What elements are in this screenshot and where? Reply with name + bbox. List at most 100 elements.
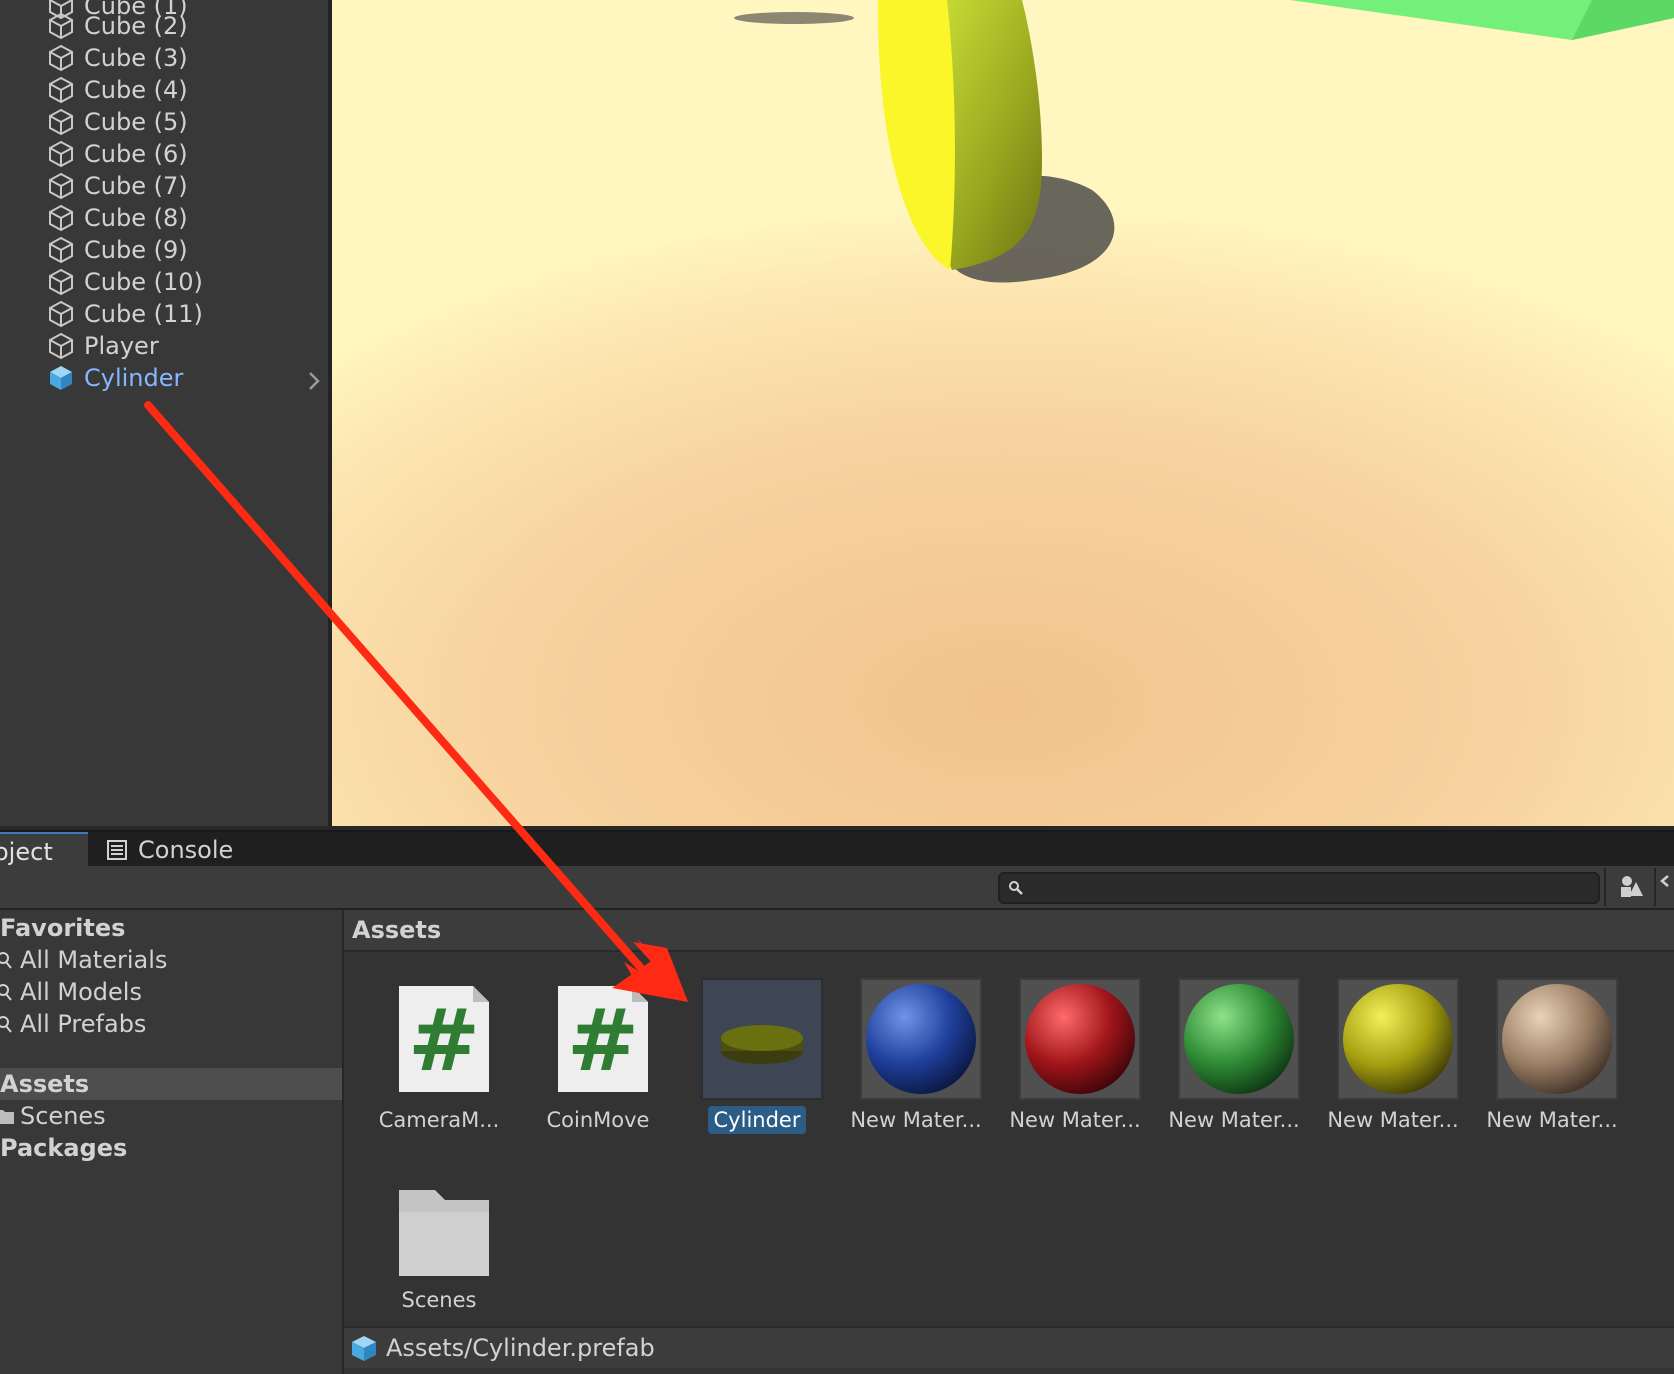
asset-label: CameraM... <box>378 1108 500 1132</box>
asset-label: New Mater... <box>1327 1108 1459 1132</box>
hierarchy-item[interactable]: Cube (10) <box>48 266 203 298</box>
hierarchy-item-label: Cylinder <box>84 364 184 392</box>
cylinder-preview-icon <box>721 1025 803 1064</box>
search-icon <box>0 1016 12 1033</box>
folder-icon <box>0 1110 14 1124</box>
svg-text:#: # <box>408 991 480 1091</box>
favorite-label: All Models <box>20 978 142 1006</box>
svg-text:#: # <box>567 991 639 1091</box>
sphere-icon <box>1343 984 1453 1094</box>
breadcrumb-assets[interactable]: Assets <box>352 916 441 944</box>
tree-item-packages[interactable]: Packages <box>0 1132 127 1164</box>
cube-icon <box>49 204 73 232</box>
project-status-bar: Assets/Cylinder.prefab <box>344 1326 1674 1368</box>
asset-label: CoinMove <box>546 1108 650 1132</box>
hierarchy-item-label: Cube (9) <box>84 236 188 264</box>
breadcrumb: Assets <box>344 910 1674 952</box>
scene-view[interactable] <box>332 0 1674 826</box>
favorite-all-prefabs[interactable]: All Prefabs <box>0 1008 146 1040</box>
hierarchy-item-label: Cube (10) <box>84 268 203 296</box>
hierarchy-item[interactable]: Cube (6) <box>48 138 188 170</box>
sphere-icon <box>1502 984 1612 1094</box>
tab-project-label: oject <box>0 838 53 866</box>
hierarchy-item-label: Cube (3) <box>84 44 188 72</box>
scene-render <box>734 0 1674 283</box>
cube-icon <box>49 76 73 104</box>
favorite-all-models[interactable]: All Models <box>0 976 142 1008</box>
favorite-all-materials[interactable]: All Materials <box>0 944 167 976</box>
selected-asset-path: Assets/Cylinder.prefab <box>386 1334 655 1362</box>
prefab-thumbnail <box>701 978 823 1100</box>
hierarchy-item-label: Cube (5) <box>84 108 188 136</box>
favorites-label: Favorites <box>0 914 126 942</box>
chevron-right-icon[interactable] <box>304 368 324 394</box>
hierarchy-item[interactable]: Cube (9) <box>48 234 188 266</box>
chevron-left-icon <box>1660 875 1669 887</box>
favorite-label: All Prefabs <box>20 1010 147 1038</box>
project-toolbar <box>0 866 1674 910</box>
hierarchy-item-selected[interactable]: Cylinder <box>48 362 183 394</box>
hierarchy-panel: Cube (1) Cube (2) Cube (3) Cube (4) Cube… <box>0 0 332 826</box>
tree-item-label: Scenes <box>20 1102 106 1130</box>
folder-icon <box>399 1190 489 1276</box>
prefab-cube-icon <box>352 1336 376 1361</box>
project-content-area: Assets # CameraM... # CoinMove Cylinder … <box>344 910 1674 1374</box>
hierarchy-item[interactable]: Cube (2) <box>48 10 188 42</box>
filter-by-type-button[interactable] <box>1604 868 1652 906</box>
cube-icon <box>49 332 73 360</box>
hierarchy-item[interactable]: Cube (5) <box>48 106 188 138</box>
hierarchy-item-label: Cube (6) <box>84 140 188 168</box>
cube-icon <box>49 268 73 296</box>
cube-icon <box>49 12 73 40</box>
asset-label: New Mater... <box>1486 1108 1618 1132</box>
tree-item-assets[interactable]: Assets <box>0 1068 342 1100</box>
hierarchy-item[interactable]: Cube (3) <box>48 42 188 74</box>
filter-by-label-button[interactable] <box>1654 868 1674 906</box>
asset-label: New Mater... <box>850 1108 982 1132</box>
tab-console-label: Console <box>138 836 234 864</box>
hierarchy-item-label: Player <box>84 332 159 360</box>
asset-label: New Mater... <box>1009 1108 1141 1132</box>
favorite-label: All Materials <box>20 946 168 974</box>
material-thumbnail <box>1496 978 1618 1100</box>
hierarchy-item[interactable]: Cube (7) <box>48 170 188 202</box>
search-input[interactable] <box>998 872 1600 904</box>
cube-icon <box>49 140 73 168</box>
search-icon <box>0 952 12 969</box>
cube-icon <box>49 172 73 200</box>
project-folder-tree: Favorites All Materials All Models All P… <box>0 910 344 1374</box>
hierarchy-item-label: Cube (7) <box>84 172 188 200</box>
search-icon <box>0 984 12 1001</box>
material-thumbnail <box>1019 978 1141 1100</box>
cube-icon <box>49 300 73 328</box>
hierarchy-item[interactable]: Cube (8) <box>48 202 188 234</box>
search-icon <box>1009 881 1023 895</box>
tab-console[interactable]: Console <box>106 832 233 868</box>
favorites-header[interactable]: Favorites <box>0 912 125 944</box>
asset-label-selected: Cylinder <box>682 1106 832 1134</box>
cube-icon <box>49 108 73 136</box>
sphere-icon <box>1025 984 1135 1094</box>
csharp-script-icon: # <box>399 986 489 1092</box>
project-tabbar: oject Console <box>0 830 1674 870</box>
hierarchy-item-label: Cube (4) <box>84 76 188 104</box>
cube-icon <box>49 44 73 72</box>
material-thumbnail <box>1178 978 1300 1100</box>
asset-label: Scenes <box>401 1288 477 1312</box>
hierarchy-item[interactable]: Cube (4) <box>48 74 188 106</box>
hierarchy-item[interactable]: Player <box>48 330 159 362</box>
hierarchy-item[interactable]: Cube (11) <box>48 298 203 330</box>
tree-item-scenes[interactable]: Scenes <box>0 1100 106 1132</box>
tree-item-label: Assets <box>0 1070 90 1098</box>
hierarchy-item-label: Cube (2) <box>84 12 188 40</box>
tab-project[interactable]: oject <box>0 832 88 870</box>
cube-icon <box>49 236 73 264</box>
material-thumbnail <box>860 978 982 1100</box>
material-thumbnail <box>1337 978 1459 1100</box>
tree-item-label: Packages <box>0 1134 128 1162</box>
asset-label: New Mater... <box>1168 1108 1300 1132</box>
csharp-script-icon: # <box>558 986 648 1092</box>
sphere-icon <box>866 984 976 1094</box>
sphere-icon <box>1184 984 1294 1094</box>
console-icon <box>107 840 127 860</box>
